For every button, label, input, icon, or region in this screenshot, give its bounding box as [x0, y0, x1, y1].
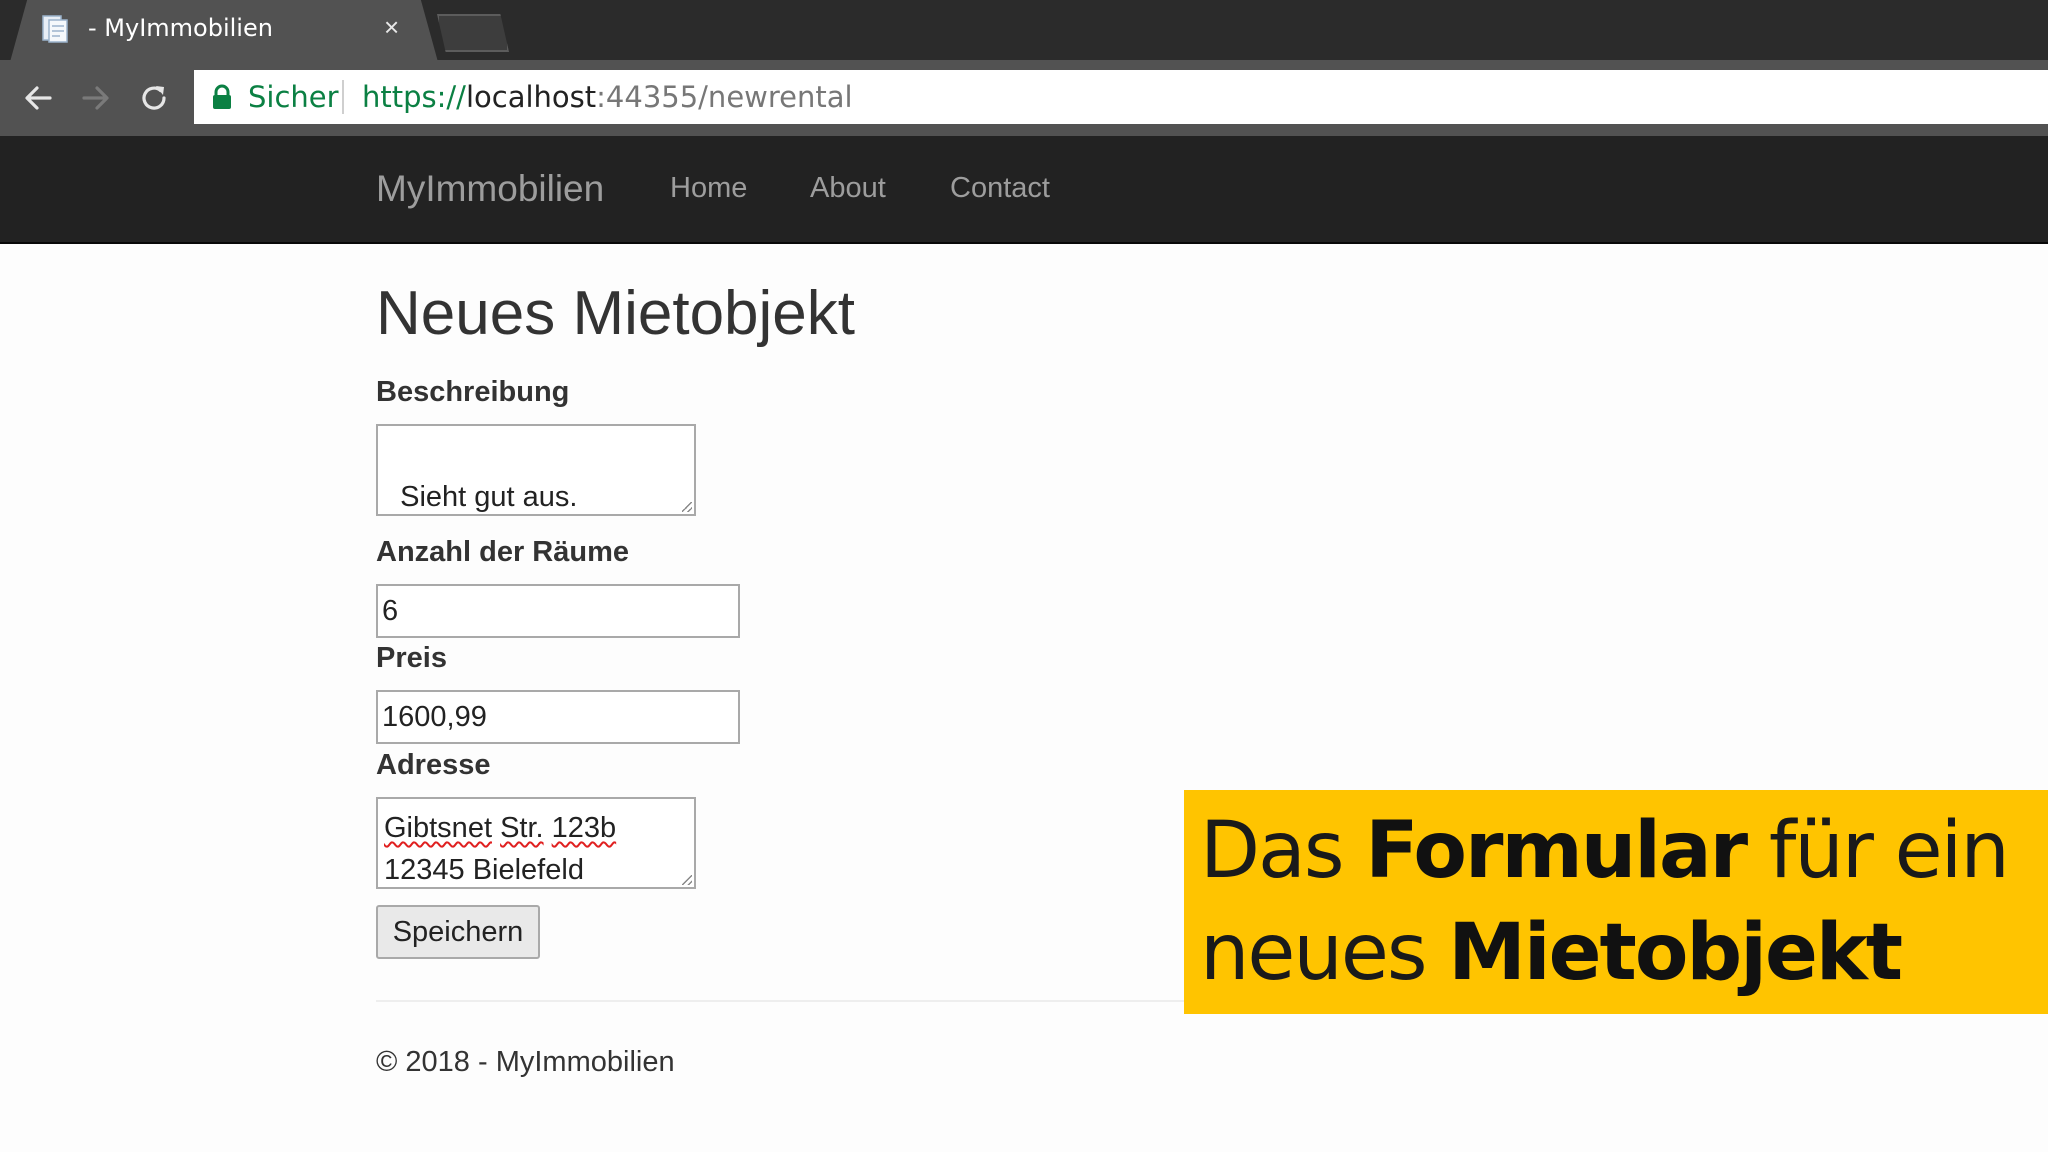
browser-tab-strip: - MyImmobilien × [0, 0, 2048, 62]
resize-handle-icon[interactable] [682, 502, 692, 512]
save-button[interactable]: Speichern [376, 905, 540, 959]
url-path: :44355/newrental [596, 80, 853, 114]
arrow-right-icon [82, 86, 109, 110]
reload-icon [142, 86, 166, 110]
price-input[interactable]: 1600,99 [376, 690, 740, 744]
price-label: Preis [376, 642, 447, 674]
lock-icon [213, 84, 231, 109]
address-word-2: Str. [500, 812, 544, 844]
caption-line-2: neues Mietobjekt [1200, 902, 2008, 1004]
tab-title: - MyImmobilien [88, 14, 273, 42]
site-navbar: MyImmobilien Home About Contact [0, 136, 2048, 244]
rooms-input[interactable]: 6 [376, 584, 740, 638]
footer-copyright: © 2018 - MyImmobilien [376, 1046, 675, 1078]
page-title: Neues Mietobjekt [376, 279, 856, 348]
caption-word-das: Das [1200, 806, 1366, 896]
reload-button[interactable] [134, 78, 174, 118]
back-button[interactable] [18, 78, 58, 118]
address-line-1: Gibtsnet Str. 123b [384, 807, 688, 849]
nav-link-about[interactable]: About [810, 172, 886, 205]
arrow-left-icon [25, 86, 52, 110]
description-label: Beschreibung [376, 376, 570, 408]
resize-handle-icon[interactable] [682, 875, 692, 885]
nav-link-contact[interactable]: Contact [950, 172, 1050, 205]
caption-word-formular: Formular [1365, 806, 1748, 896]
secure-label: Sicher [248, 80, 339, 114]
address-bar[interactable]: Sicher https://localhost:44355/newrental [194, 70, 2048, 124]
rooms-label: Anzahl der Räume [376, 536, 629, 568]
address-word-1: Gibtsnet [384, 812, 492, 844]
brand-link[interactable]: MyImmobilien [376, 168, 604, 210]
address-word-3: 123b [551, 812, 617, 844]
address-line-2: 12345 Bielefeld [384, 854, 584, 886]
address-textarea[interactable]: Gibtsnet Str. 123b 12345 Bielefeld [376, 797, 696, 889]
price-value: 1600,99 [382, 701, 487, 733]
caption-word-mietobjekt: Mietobjekt [1448, 908, 1903, 998]
url-text[interactable]: https://localhost:44355/newrental [362, 80, 853, 114]
nav-link-home[interactable]: Home [670, 172, 747, 205]
caption-line-1: Das Formular für ein [1200, 800, 2010, 902]
close-tab-icon[interactable]: × [384, 12, 399, 42]
caption-text: Das Formular für ein neues Mietobjekt [1200, 800, 2010, 1004]
caption-overlay: Das Formular für ein neues Mietobjekt [1184, 790, 2048, 1014]
address-divider [342, 80, 344, 114]
description-value: Sieht gut aus. [400, 481, 578, 513]
new-tab-button[interactable] [437, 14, 509, 52]
url-host: localhost [465, 80, 597, 114]
rooms-value: 6 [382, 595, 399, 627]
description-textarea[interactable]: Sieht gut aus. [376, 424, 696, 516]
caption-word-neues: neues [1200, 908, 1449, 998]
url-scheme: https:// [362, 80, 466, 114]
caption-words-fuer-ein: für ein [1746, 806, 2010, 896]
document-icon [42, 15, 68, 43]
address-label: Adresse [376, 749, 491, 781]
forward-button[interactable] [76, 78, 116, 118]
